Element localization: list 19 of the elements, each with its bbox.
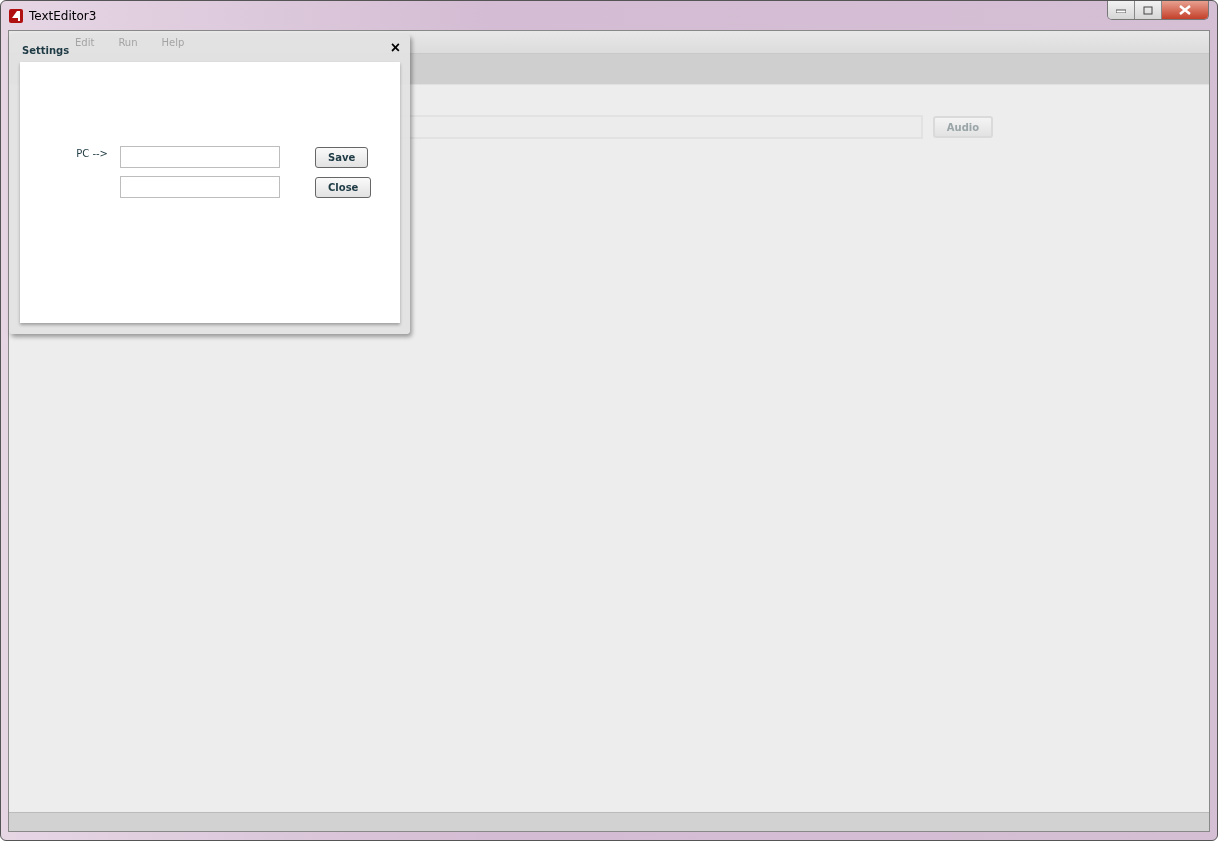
menu-item[interactable]: Help: [161, 36, 185, 48]
maximize-button[interactable]: [1135, 1, 1162, 19]
close-button[interactable]: [1162, 1, 1208, 19]
window-title: TextEditor3: [29, 8, 97, 23]
minimize-button[interactable]: [1108, 1, 1135, 19]
menu-item[interactable]: Edit: [75, 36, 95, 48]
audio-button[interactable]: Audio: [933, 116, 993, 138]
close-icon: [1179, 5, 1191, 15]
app-logo-icon: [9, 8, 23, 23]
save-button[interactable]: Save: [315, 147, 369, 168]
field-label: PC -->: [75, 147, 109, 161]
maximize-icon: [1143, 5, 1153, 15]
close-button[interactable]: ×: [390, 39, 400, 57]
input-field[interactable]: [120, 146, 280, 168]
close-dialog-button[interactable]: Close: [315, 177, 372, 198]
input-field[interactable]: [120, 176, 280, 198]
dialog-title: Settings: [22, 44, 70, 56]
menu-item[interactable]: Run: [118, 36, 138, 48]
minimize-icon: [1116, 7, 1126, 13]
